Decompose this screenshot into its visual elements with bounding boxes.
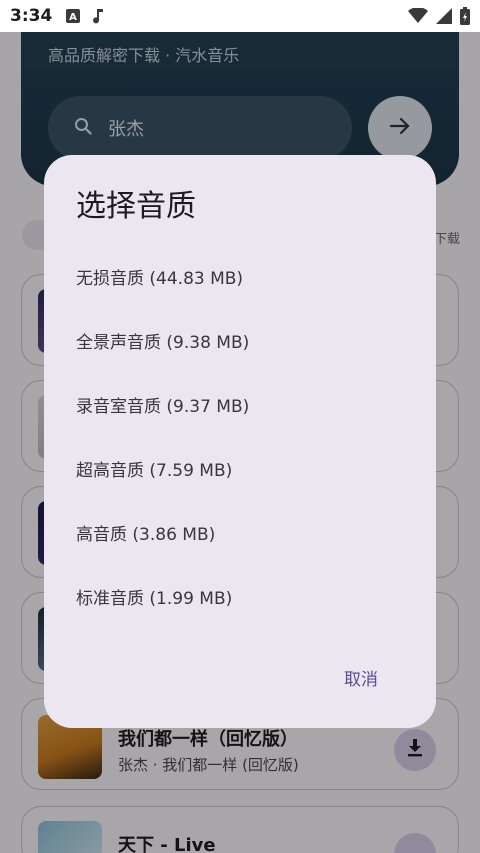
music-note-icon [92, 8, 104, 24]
quality-option-atmos[interactable]: 全景声音质 (9.38 MB) [44, 312, 436, 368]
signal-icon [436, 8, 452, 24]
svg-text:A: A [69, 12, 77, 23]
quality-option-high[interactable]: 高音质 (3.86 MB) [44, 504, 436, 560]
status-time: 3:34 [10, 6, 53, 26]
cancel-button[interactable]: 取消 [326, 657, 396, 697]
quality-dialog: 选择音质 无损音质 (44.83 MB) 全景声音质 (9.38 MB) 录音室… [44, 155, 436, 728]
quality-option-standard[interactable]: 标准音质 (1.99 MB) [44, 568, 436, 624]
quality-option-lossless[interactable]: 无损音质 (44.83 MB) [44, 248, 436, 304]
wifi-icon [408, 8, 428, 24]
a-app-icon: A [66, 9, 81, 23]
dialog-title: 选择音质 [76, 189, 196, 224]
quality-option-studio[interactable]: 录音室音质 (9.37 MB) [44, 376, 436, 432]
battery-icon [460, 7, 470, 25]
quality-option-ultra-high[interactable]: 超高音质 (7.59 MB) [44, 440, 436, 496]
status-bar: 3:34 A [0, 0, 480, 32]
